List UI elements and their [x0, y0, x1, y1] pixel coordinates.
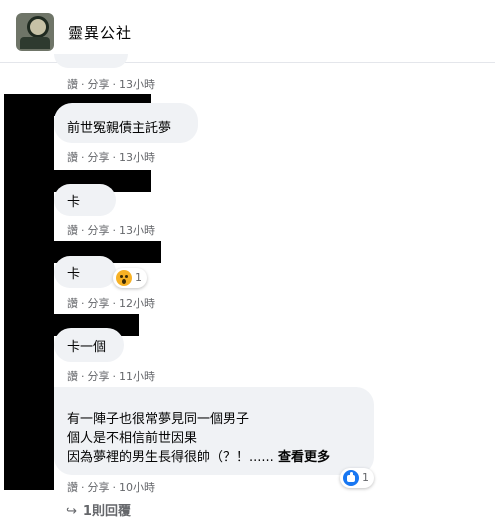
share-link[interactable]: 分享: [88, 78, 110, 91]
avatar-base: [20, 37, 50, 49]
comment-text: 前世冤親債主託夢: [67, 121, 172, 136]
reaction-badge[interactable]: 1: [340, 468, 374, 488]
like-link[interactable]: 讚: [67, 78, 78, 91]
comment-text-line: 個人是不相信前世因果: [67, 431, 198, 446]
comment-bubble: 卡: [54, 184, 116, 216]
comment-time[interactable]: 13小時: [119, 78, 155, 91]
comment-meta: 讚 · 分享 · 10小時: [67, 481, 155, 494]
comment-text-line: 因為夢裡的男生長得很帥（？！...... 查看更多: [67, 450, 330, 465]
reaction-count: 1: [135, 271, 142, 284]
comment-time[interactable]: 10小時: [119, 481, 155, 494]
share-link[interactable]: 分享: [88, 481, 110, 494]
like-link[interactable]: 讚: [67, 151, 78, 164]
comment-time[interactable]: 11小時: [119, 370, 155, 383]
comment-time[interactable]: 12小時: [119, 297, 155, 310]
share-link[interactable]: 分享: [88, 370, 110, 383]
comment-text-line: 有一陣子也很常夢見同一個男子: [67, 412, 250, 427]
comment-text: 卡一個: [67, 340, 107, 355]
comment-bubble-partial: [54, 54, 128, 68]
comment-bubble: 前世冤親債主託夢: [54, 103, 198, 143]
comment-meta: 讚 · 分享 · 13小時: [67, 78, 155, 91]
reaction-count: 1: [362, 471, 369, 484]
like-link[interactable]: 讚: [67, 481, 78, 494]
reaction-badge[interactable]: 1: [113, 268, 147, 288]
page-avatar[interactable]: [16, 13, 54, 51]
comment-time[interactable]: 13小時: [119, 224, 155, 237]
comment-meta: 讚 · 分享 · 13小時: [67, 151, 155, 164]
share-link[interactable]: 分享: [88, 297, 110, 310]
comment-meta: 讚 · 分享 · 12小時: [67, 297, 155, 310]
page-name[interactable]: 靈異公社: [68, 22, 132, 43]
view-replies-link[interactable]: ↪ 1則回覆: [66, 500, 131, 519]
comment-bubble: 卡一個: [54, 328, 124, 362]
avatar-logo-icon: [27, 16, 49, 38]
share-link[interactable]: 分享: [88, 224, 110, 237]
comment-text: 卡: [67, 267, 81, 282]
comment-text: 卡: [67, 195, 81, 210]
reply-arrow-icon: ↪: [66, 504, 77, 519]
comment-meta: 讚 · 分享 · 13小時: [67, 224, 155, 237]
comment-bubble: 有一陣子也很常夢見同一個男子 個人是不相信前世因果 因為夢裡的男生長得很帥（？！…: [54, 387, 374, 475]
comment-meta: 讚 · 分享 · 11小時: [67, 370, 155, 383]
like-link[interactable]: 讚: [67, 224, 78, 237]
comment-time[interactable]: 13小時: [119, 151, 155, 164]
like-link[interactable]: 讚: [67, 370, 78, 383]
share-link[interactable]: 分享: [88, 151, 110, 164]
wow-emoji-icon: [116, 270, 132, 286]
comment-bubble: 卡: [54, 256, 116, 288]
like-icon: [343, 470, 359, 486]
see-more-link[interactable]: 查看更多: [278, 450, 330, 465]
like-link[interactable]: 讚: [67, 297, 78, 310]
redacted-avatar-column: [4, 108, 54, 490]
replies-label: 1則回覆: [82, 504, 131, 519]
